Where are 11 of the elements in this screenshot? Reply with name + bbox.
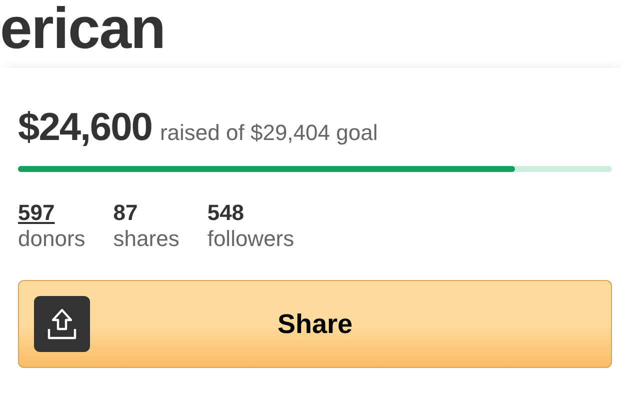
stat-label: followers [207, 226, 294, 252]
raised-amount: $24,600 [18, 106, 152, 150]
goal-caption: raised of $29,404 goal [160, 120, 378, 146]
share-button[interactable]: Share [18, 280, 612, 368]
stat-value: 548 [207, 200, 244, 226]
page-title: erican [0, 0, 165, 58]
stat-value: 87 [113, 200, 138, 226]
stat-label: donors [18, 226, 86, 252]
stat-link[interactable]: 597 [18, 200, 55, 226]
stat-label: shares [113, 226, 180, 252]
share-icon [34, 296, 90, 352]
